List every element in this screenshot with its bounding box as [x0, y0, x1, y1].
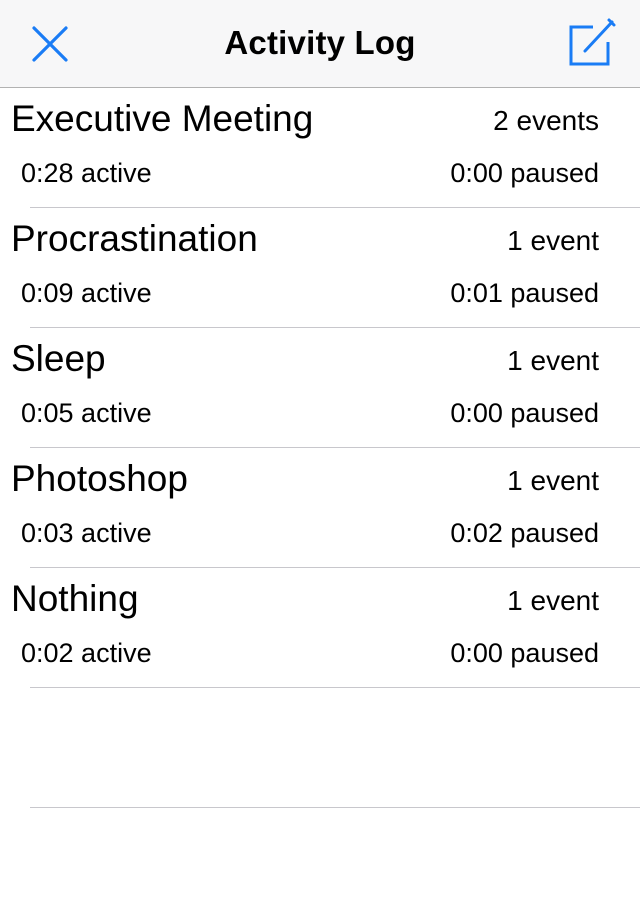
active-time: 0:02 active — [21, 638, 152, 668]
active-time: 0:03 active — [21, 518, 152, 548]
event-count: 2 events — [493, 105, 599, 136]
activity-name: Procrastination — [11, 218, 258, 259]
row-divider — [30, 807, 640, 808]
list-item[interactable]: Executive Meeting 2 events 0:28 active 0… — [0, 88, 640, 208]
activity-name: Photoshop — [11, 458, 188, 499]
paused-time: 0:01 paused — [450, 278, 599, 308]
active-time: 0:05 active — [21, 398, 152, 428]
paused-time: 0:00 paused — [450, 638, 599, 668]
activity-list: Executive Meeting 2 events 0:28 active 0… — [0, 88, 640, 808]
event-count: 1 event — [507, 225, 599, 256]
paused-time: 0:00 paused — [450, 398, 599, 428]
event-count: 1 event — [507, 465, 599, 496]
compose-button[interactable] — [560, 14, 620, 74]
activity-name: Nothing — [11, 578, 139, 619]
empty-row — [0, 688, 640, 808]
navigation-bar: Activity Log — [0, 0, 640, 88]
list-item[interactable]: Photoshop 1 event 0:03 active 0:02 pause… — [0, 448, 640, 568]
activity-name: Sleep — [11, 338, 106, 379]
event-count: 1 event — [507, 585, 599, 616]
activity-name: Executive Meeting — [11, 98, 314, 139]
compose-icon — [569, 18, 616, 66]
list-item[interactable]: Nothing 1 event 0:02 active 0:00 paused — [0, 568, 640, 688]
active-time: 0:09 active — [21, 278, 152, 308]
event-count: 1 event — [507, 345, 599, 376]
active-time: 0:28 active — [21, 158, 152, 188]
paused-time: 0:02 paused — [450, 518, 599, 548]
page-title: Activity Log — [224, 24, 416, 61]
list-item[interactable]: Sleep 1 event 0:05 active 0:00 paused — [0, 328, 640, 448]
list-item[interactable]: Procrastination 1 event 0:09 active 0:01… — [0, 208, 640, 328]
paused-time: 0:00 paused — [450, 158, 599, 188]
